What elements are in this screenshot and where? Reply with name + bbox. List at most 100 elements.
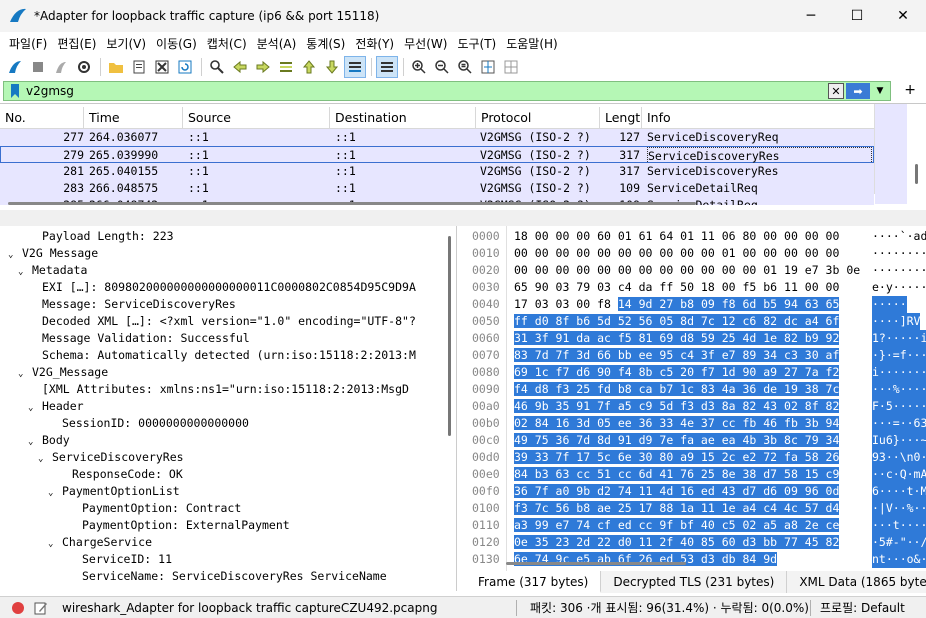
close-button[interactable]: ✕	[880, 0, 926, 32]
apply-filter-button[interactable]: ➡	[846, 83, 870, 99]
autoscroll-button[interactable]	[344, 56, 366, 78]
find-packet-button[interactable]	[206, 56, 228, 78]
resize-columns-button[interactable]	[477, 56, 499, 78]
column-protocol[interactable]: Protocol	[476, 107, 600, 129]
add-filter-button-plus-icon[interactable]: +	[904, 82, 916, 98]
detail-tree-row[interactable]: ⌄ Metadata	[18, 262, 87, 279]
detail-tree-row[interactable]: ⌄ V2G_Message	[18, 364, 108, 381]
expand-chevron-icon[interactable]: ⌄	[28, 400, 42, 417]
close-file-button[interactable]	[151, 56, 173, 78]
menu-help[interactable]: 도움말(H)	[501, 35, 563, 52]
menu-edit[interactable]: 편집(E)	[52, 35, 101, 52]
capture-comment-icon[interactable]	[34, 601, 48, 615]
packet-row[interactable]: 277 264.036077 ::1 ::1 V2GMSG (ISO-2 ?) …	[0, 129, 874, 146]
detail-tree-row[interactable]: Decoded XML […]: <?xml version="1.0" enc…	[28, 313, 416, 330]
reload-file-button[interactable]	[174, 56, 196, 78]
maximize-button[interactable]: ☐	[834, 0, 880, 32]
zoom-in-button[interactable]	[408, 56, 430, 78]
clear-filter-button[interactable]: ✕	[828, 83, 844, 99]
go-to-packet-button[interactable]	[275, 56, 297, 78]
bytes-row[interactable]: 0000 18 00 00 00 60 01 61 64 01 11 06 80 …	[466, 228, 926, 245]
zoom-out-button[interactable]	[431, 56, 453, 78]
bytes-row[interactable]: 00b0 02 84 16 3d 05 ee 36 33 4e 37 cc fb …	[466, 415, 926, 432]
detail-tree-row[interactable]: ServiceName: ServiceDiscoveryRes Service…	[68, 568, 387, 585]
bytes-row[interactable]: 0090 f4 d8 f3 25 fd b8 ca b7 1c 83 4a 36 …	[466, 381, 926, 398]
packet-row[interactable]: 281 265.040155 ::1 ::1 V2GMSG (ISO-2 ?) …	[0, 163, 874, 180]
bytes-row[interactable]: 00a0 46 9b 35 91 7f a5 c9 5d f3 d3 8a 82 …	[466, 398, 926, 415]
bytes-row[interactable]: 0060 31 3f 91 da ac f5 81 69 d8 59 25 4d …	[466, 330, 926, 347]
bytes-row[interactable]: 0130 6e 74 9c e5 ab 6f 26 ed 53 d3 db 84 …	[466, 551, 926, 568]
bookmark-icon[interactable]	[8, 83, 22, 99]
menu-statistics[interactable]: 통계(S)	[301, 35, 350, 52]
bytes-row[interactable]: 0030 65 90 03 79 03 c4 da ff 50 18 00 f5 …	[466, 279, 926, 296]
menu-view[interactable]: 보기(V)	[101, 35, 151, 52]
bytes-row[interactable]: 0120 0e 35 23 2d 22 d0 11 2f 40 85 60 d3 …	[466, 534, 926, 551]
packet-list-scrollbar[interactable]	[874, 104, 926, 204]
expand-chevron-icon[interactable]: ⌄	[48, 485, 62, 502]
menu-go[interactable]: 이동(G)	[151, 35, 202, 52]
detail-tree-row[interactable]: ⌄ ChargeService	[48, 534, 152, 551]
bytes-row[interactable]: 0110 a3 99 e7 74 cf ed cc 9f bf 40 c5 02 …	[466, 517, 926, 534]
layout-button[interactable]	[500, 56, 522, 78]
bytes-row[interactable]: 00d0 39 33 7f 17 5c 6e 30 80 a9 15 2c e2 …	[466, 449, 926, 466]
bytes-row[interactable]: 00c0 49 75 36 7d 8d 91 d9 7e fa ae ea 4b …	[466, 432, 926, 449]
menu-wireless[interactable]: 무선(W)	[399, 35, 452, 52]
display-filter-input[interactable]	[26, 84, 816, 98]
packet-row-selected[interactable]: 279 265.039990 ::1 ::1 V2GMSG (ISO-2 ?) …	[0, 146, 874, 164]
detail-tree-row[interactable]: Payload Length: 223	[28, 228, 174, 245]
colorize-button[interactable]	[376, 56, 398, 78]
bytes-row[interactable]: 00e0 84 b3 63 cc 51 cc 6d 41 76 25 8e 38 …	[466, 466, 926, 483]
bytes-row[interactable]: 0100 f3 7c 56 b8 ae 25 17 88 1a 11 1e a4 …	[466, 500, 926, 517]
bytes-row[interactable]: 0040 17 03 03 00 f8 14 9d 27 b8 09 f8 6d …	[466, 296, 926, 313]
tab-xml-data[interactable]: XML Data (1865 bytes)	[787, 571, 926, 593]
status-profile[interactable]: 프로필: Default	[820, 599, 905, 616]
bytes-row[interactable]: 0010 00 00 00 00 00 00 00 00 00 00 01 00 …	[466, 245, 926, 262]
restart-capture-button[interactable]	[50, 56, 72, 78]
column-source[interactable]: Source	[183, 107, 330, 129]
detail-tree-row[interactable]: ⌄ ServiceDiscoveryRes	[38, 449, 184, 466]
detail-tree-row[interactable]: EXI […]: 809802000000000000000011C000080…	[28, 279, 416, 296]
details-scroll-thumb[interactable]	[448, 236, 451, 436]
detail-tree-row[interactable]: ServiceID: 11	[68, 551, 172, 568]
tab-decrypted-tls[interactable]: Decrypted TLS (231 bytes)	[601, 571, 788, 593]
detail-tree-row[interactable]: [XML Attributes: xmlns:ns1="urn:iso:1511…	[28, 381, 409, 398]
column-length[interactable]: Lengt	[600, 107, 642, 129]
detail-tree-row[interactable]: PaymentOption: Contract	[68, 500, 241, 517]
detail-tree-row[interactable]: Message: ServiceDiscoveryRes	[28, 296, 236, 313]
column-no[interactable]: No.	[0, 107, 84, 129]
packet-list-scroll-thumb[interactable]	[915, 164, 918, 184]
menu-file[interactable]: 파일(F)	[4, 35, 52, 52]
open-file-button[interactable]	[105, 56, 127, 78]
detail-tree-row[interactable]: ⌄ Header	[28, 398, 84, 415]
save-file-button[interactable]	[128, 56, 150, 78]
capture-options-button[interactable]	[73, 56, 95, 78]
packet-row[interactable]: 283 266.048575 ::1 ::1 V2GMSG (ISO-2 ?) …	[0, 180, 874, 197]
detail-tree-row[interactable]: Schema: Automatically detected (urn:iso:…	[28, 347, 416, 364]
detail-tree-row[interactable]: PaymentOption: ExternalPayment	[68, 517, 290, 534]
bytes-row[interactable]: 00f0 36 7f a0 9b d2 74 11 4d 16 ed 43 d7 …	[466, 483, 926, 500]
first-packet-button[interactable]	[298, 56, 320, 78]
menu-capture[interactable]: 캡처(C)	[202, 35, 252, 52]
expand-chevron-icon[interactable]: ⌄	[38, 451, 52, 468]
packet-minimap[interactable]	[875, 104, 907, 204]
menu-analyze[interactable]: 분석(A)	[252, 35, 302, 52]
detail-tree-row[interactable]: Message Validation: Successful	[28, 330, 250, 347]
expand-chevron-icon[interactable]: ⌄	[48, 536, 62, 553]
column-time[interactable]: Time	[84, 107, 183, 129]
go-back-button[interactable]	[229, 56, 251, 78]
column-destination[interactable]: Destination	[330, 107, 476, 129]
pane-splitter[interactable]	[0, 210, 926, 226]
detail-tree-row[interactable]: ⌄ Body	[28, 432, 70, 449]
zoom-normal-button[interactable]	[454, 56, 476, 78]
minimize-button[interactable]: ─	[788, 0, 834, 32]
stop-capture-button[interactable]	[27, 56, 49, 78]
detail-tree-row[interactable]: ⌄ V2G Message	[8, 245, 98, 262]
last-packet-button[interactable]	[321, 56, 343, 78]
start-capture-button[interactable]	[4, 56, 26, 78]
packet-list-hscroll-thumb[interactable]	[8, 202, 696, 205]
filter-history-dropdown[interactable]: ▼	[873, 83, 887, 99]
tab-frame[interactable]: Frame (317 bytes)	[466, 571, 602, 593]
bytes-row[interactable]: 0050 ff d0 8f b6 5d 52 56 05 8d 7c 12 c6 …	[466, 313, 926, 330]
bytes-row[interactable]: 0020 00 00 00 00 00 00 00 00 00 00 00 00 …	[466, 262, 926, 279]
detail-tree-row[interactable]: ⌄ PaymentOptionList	[48, 483, 180, 500]
